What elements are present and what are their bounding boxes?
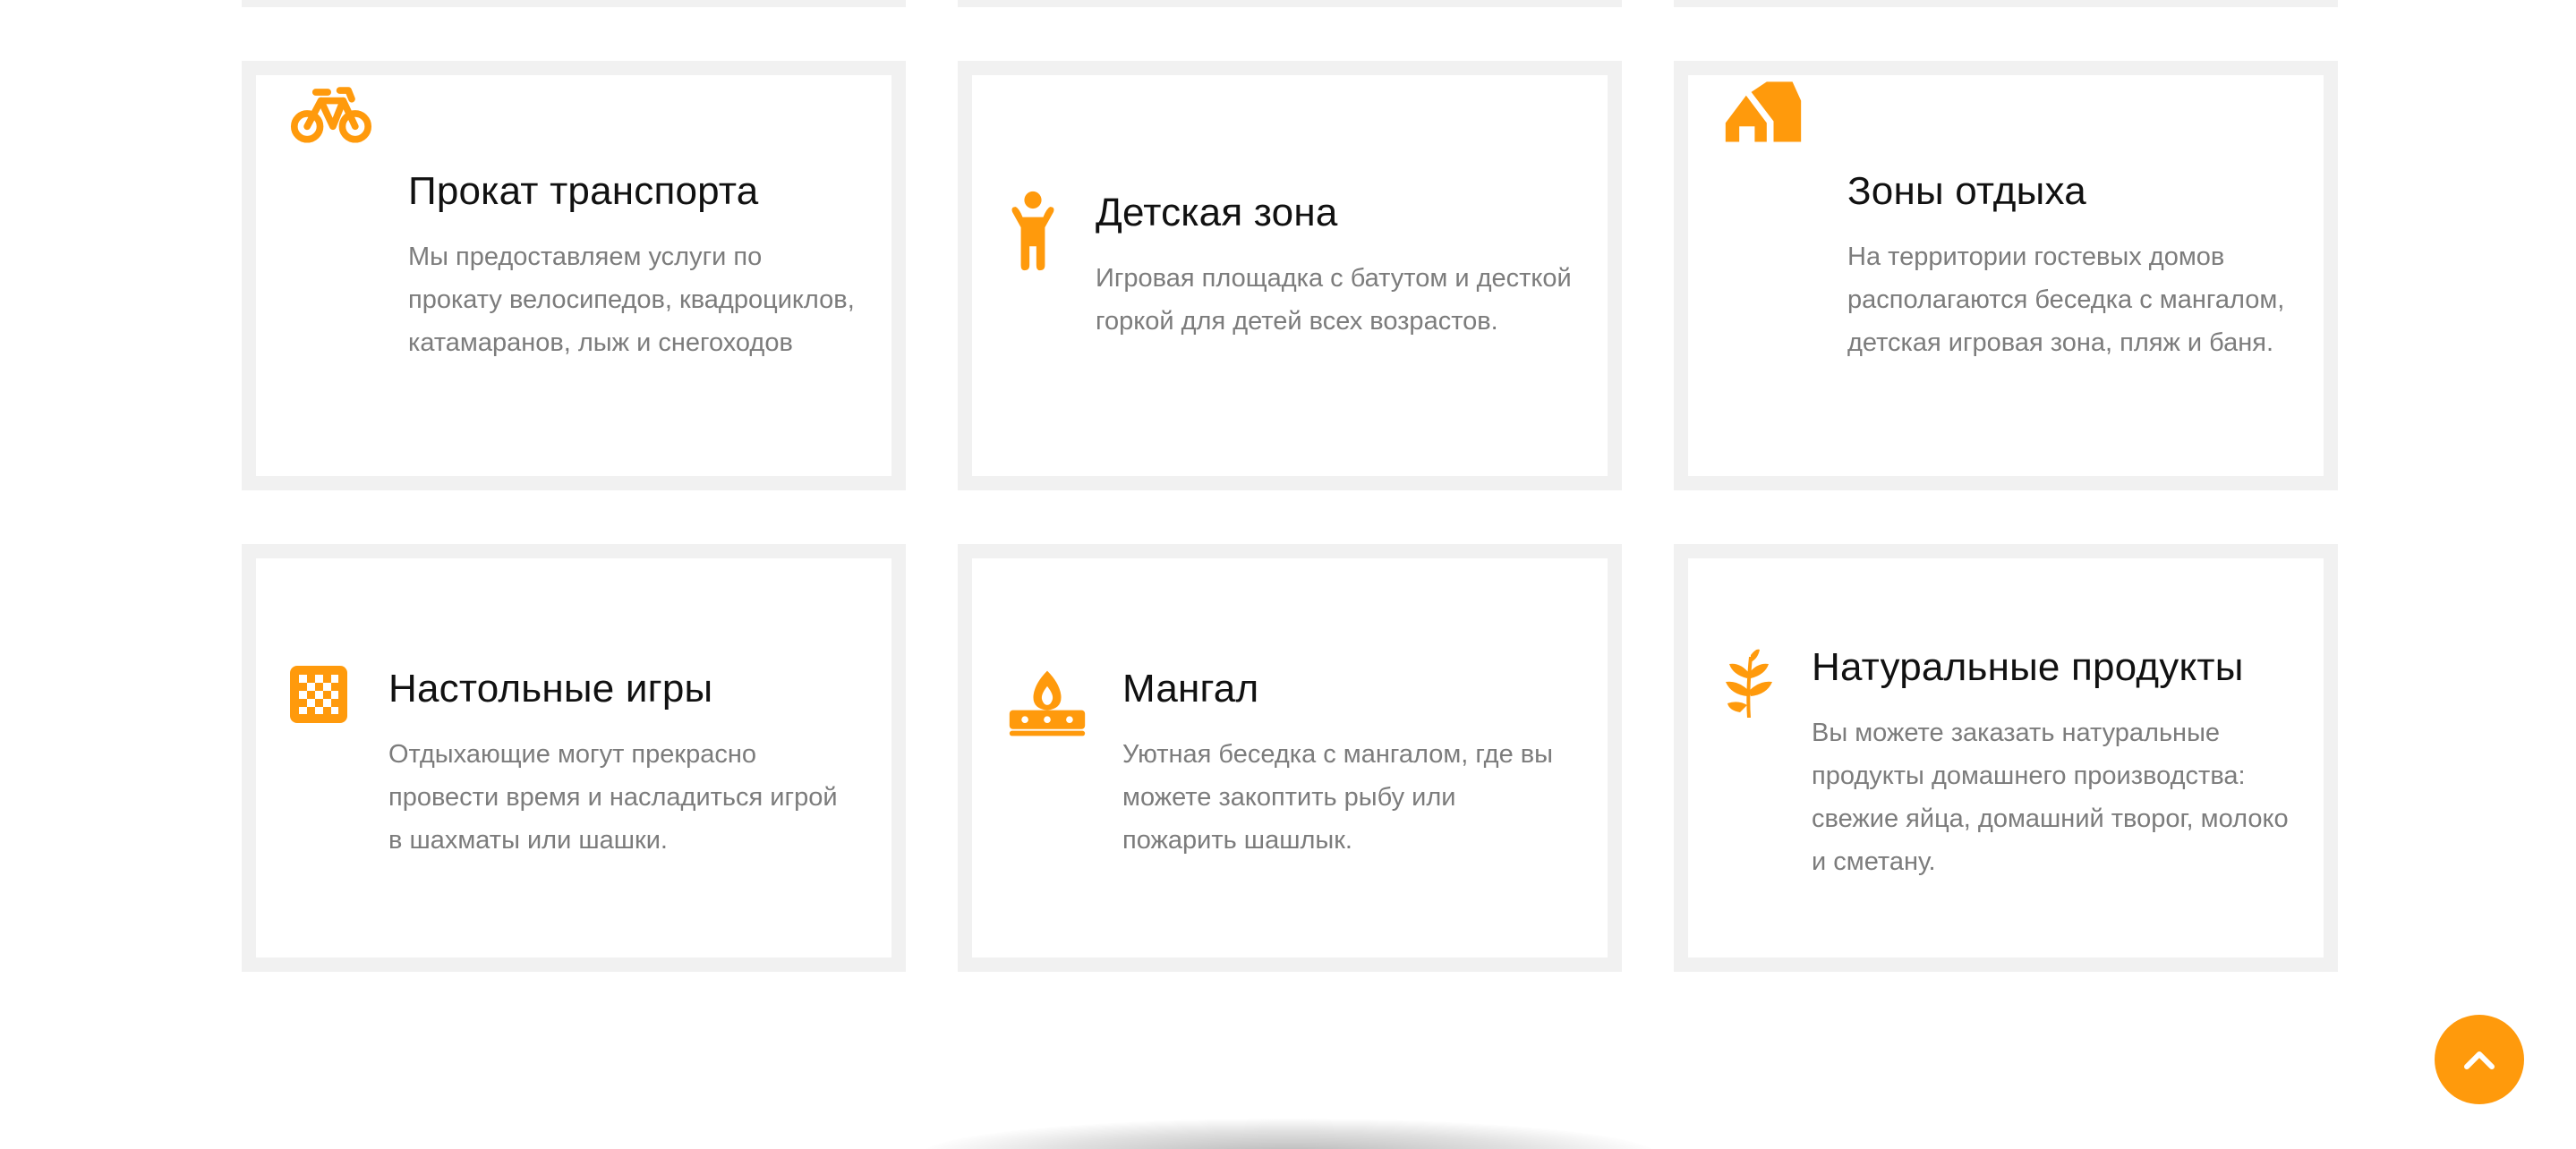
- feature-description: Отдыхающие могут прекрасно провести врем…: [388, 739, 838, 855]
- feature-card-transport: Прокат транспорта Мы предоставляем услуг…: [242, 61, 906, 490]
- tent-icon: [1722, 70, 1804, 152]
- feature-description: Мы предоставляем услуги по прокату велос…: [408, 242, 855, 357]
- grill-fire-icon: [1006, 662, 1088, 745]
- footer-shadow: [922, 1119, 1656, 1149]
- feature-title: Натуральные продукты: [1812, 645, 2244, 689]
- bicycle-icon: [290, 72, 372, 154]
- feature-description: Уютная беседка с мангалом, где вы можете…: [1122, 739, 1554, 855]
- feature-description: Игровая площадка с батутом и десткой гор…: [1096, 263, 1572, 336]
- child-icon: [1006, 190, 1060, 272]
- feature-description: Вы можете заказать натуральные продукты …: [1812, 718, 2289, 876]
- wheat-icon: [1722, 643, 1776, 725]
- feature-card-kids: Детская зона Игровая площадка с батутом …: [958, 61, 1622, 490]
- feature-title: Настольные игры: [388, 667, 713, 711]
- feature-description: На территории гостевых домов располагают…: [1847, 242, 2285, 357]
- scroll-to-top-button[interactable]: [2435, 1015, 2524, 1104]
- chevron-up-icon: [2464, 1051, 2495, 1069]
- feature-title: Мангал: [1122, 667, 1259, 711]
- feature-card-natural-products: Натуральные продукты Вы можете заказать …: [1674, 544, 2338, 972]
- features-section: Прокат транспорта Мы предоставляем услуг…: [0, 0, 2576, 1149]
- chessboard-icon: [290, 666, 347, 723]
- feature-title: Прокат транспорта: [408, 169, 759, 213]
- card-partial: [242, 0, 906, 7]
- feature-card-grill: Мангал Уютная беседка с мангалом, где вы…: [958, 544, 1622, 972]
- feature-title: Зоны отдыха: [1847, 169, 2086, 213]
- feature-card-board-games: Настольные игры Отдыхающие могут прекрас…: [242, 544, 906, 972]
- feature-title: Детская зона: [1096, 191, 1338, 234]
- card-partial: [1674, 0, 2338, 7]
- card-partial: [958, 0, 1622, 7]
- feature-card-rest: Зоны отдыха На территории гостевых домов…: [1674, 61, 2338, 490]
